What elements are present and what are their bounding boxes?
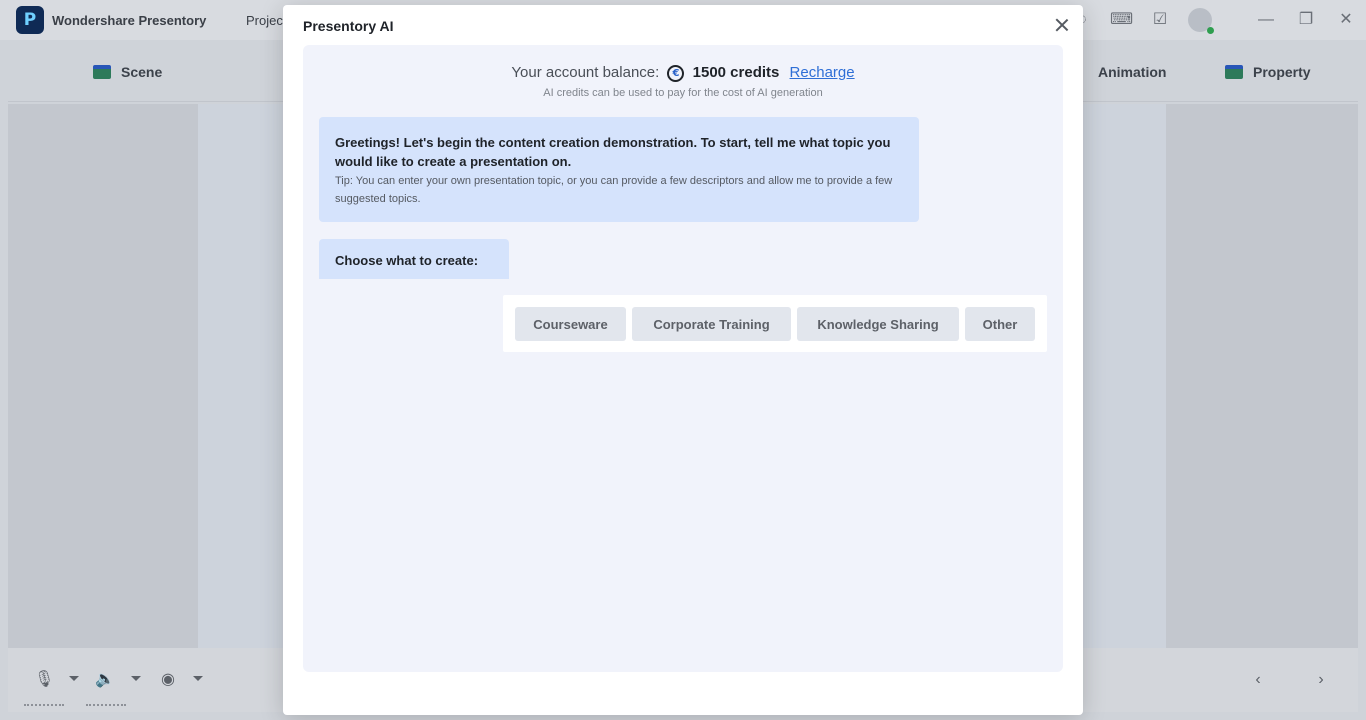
chat-panel: Your account balance: € 1500 credits Rec… — [303, 45, 1063, 672]
feedback-icon[interactable]: ☑ — [1150, 10, 1170, 30]
online-status-dot — [1207, 27, 1214, 34]
restore-icon[interactable]: ❐ — [1296, 10, 1316, 30]
window-close-icon[interactable]: ✕ — [1336, 10, 1356, 30]
balance-label: Your account balance: — [511, 64, 660, 81]
account-balance: Your account balance: € 1500 credits Rec… — [303, 64, 1063, 82]
mic-level-meter — [24, 704, 64, 708]
close-icon[interactable] — [1053, 16, 1071, 34]
credit-amount: 1500 credits — [692, 64, 780, 81]
speaker-level-meter — [86, 704, 126, 708]
microphone-icon[interactable]: 🎙 — [34, 670, 54, 690]
recharge-link[interactable]: Recharge — [790, 64, 855, 81]
assistant-greeting-bubble: Greetings! Let's begin the content creat… — [319, 117, 919, 222]
app-name: Wondershare Presentory — [52, 13, 207, 28]
mic-dropdown-caret[interactable] — [69, 676, 79, 681]
greeting-tip: Tip: You can enter your own presentation… — [335, 175, 893, 205]
tab-animation[interactable]: Animation — [1098, 64, 1166, 80]
camera-icon[interactable]: ◉ — [158, 670, 178, 690]
option-courseware-button[interactable]: Courseware — [515, 307, 626, 341]
property-icon — [1225, 65, 1243, 79]
balance-note: AI credits can be used to pay for the co… — [543, 87, 823, 99]
user-avatar-icon[interactable] — [1188, 8, 1214, 34]
speaker-icon[interactable]: 🔈 — [95, 670, 115, 690]
prev-page-icon[interactable]: ‹ — [1248, 670, 1268, 690]
option-knowledge-sharing-button[interactable]: Knowledge Sharing — [797, 307, 959, 341]
greeting-text: Greetings! Let's begin the content creat… — [335, 135, 891, 169]
keyboard-icon[interactable]: ⌨ — [1110, 10, 1133, 30]
scene-icon — [93, 65, 111, 79]
minimize-icon[interactable]: — — [1256, 10, 1276, 30]
option-other-button[interactable]: Other — [965, 307, 1035, 341]
tab-property[interactable]: Property — [1225, 64, 1311, 80]
property-panel — [1166, 104, 1358, 648]
app-logo: P — [16, 6, 44, 34]
menu-project[interactable]: Project — [246, 13, 286, 28]
dialog-title: Presentory AI — [303, 18, 394, 34]
option-corporate-training-button[interactable]: Corporate Training — [632, 307, 791, 341]
next-page-icon[interactable]: › — [1311, 670, 1331, 690]
create-options: Courseware Corporate Training Knowledge … — [503, 295, 1047, 352]
scene-list-panel — [8, 104, 198, 648]
choose-prompt-bubble: Choose what to create: — [319, 239, 509, 279]
credit-coin-icon: € — [667, 65, 685, 82]
presentory-ai-dialog: Presentory AI Your account balance: € 15… — [283, 5, 1083, 715]
tab-scene[interactable]: Scene — [93, 64, 162, 80]
speaker-dropdown-caret[interactable] — [131, 676, 141, 681]
camera-dropdown-caret[interactable] — [193, 676, 203, 681]
